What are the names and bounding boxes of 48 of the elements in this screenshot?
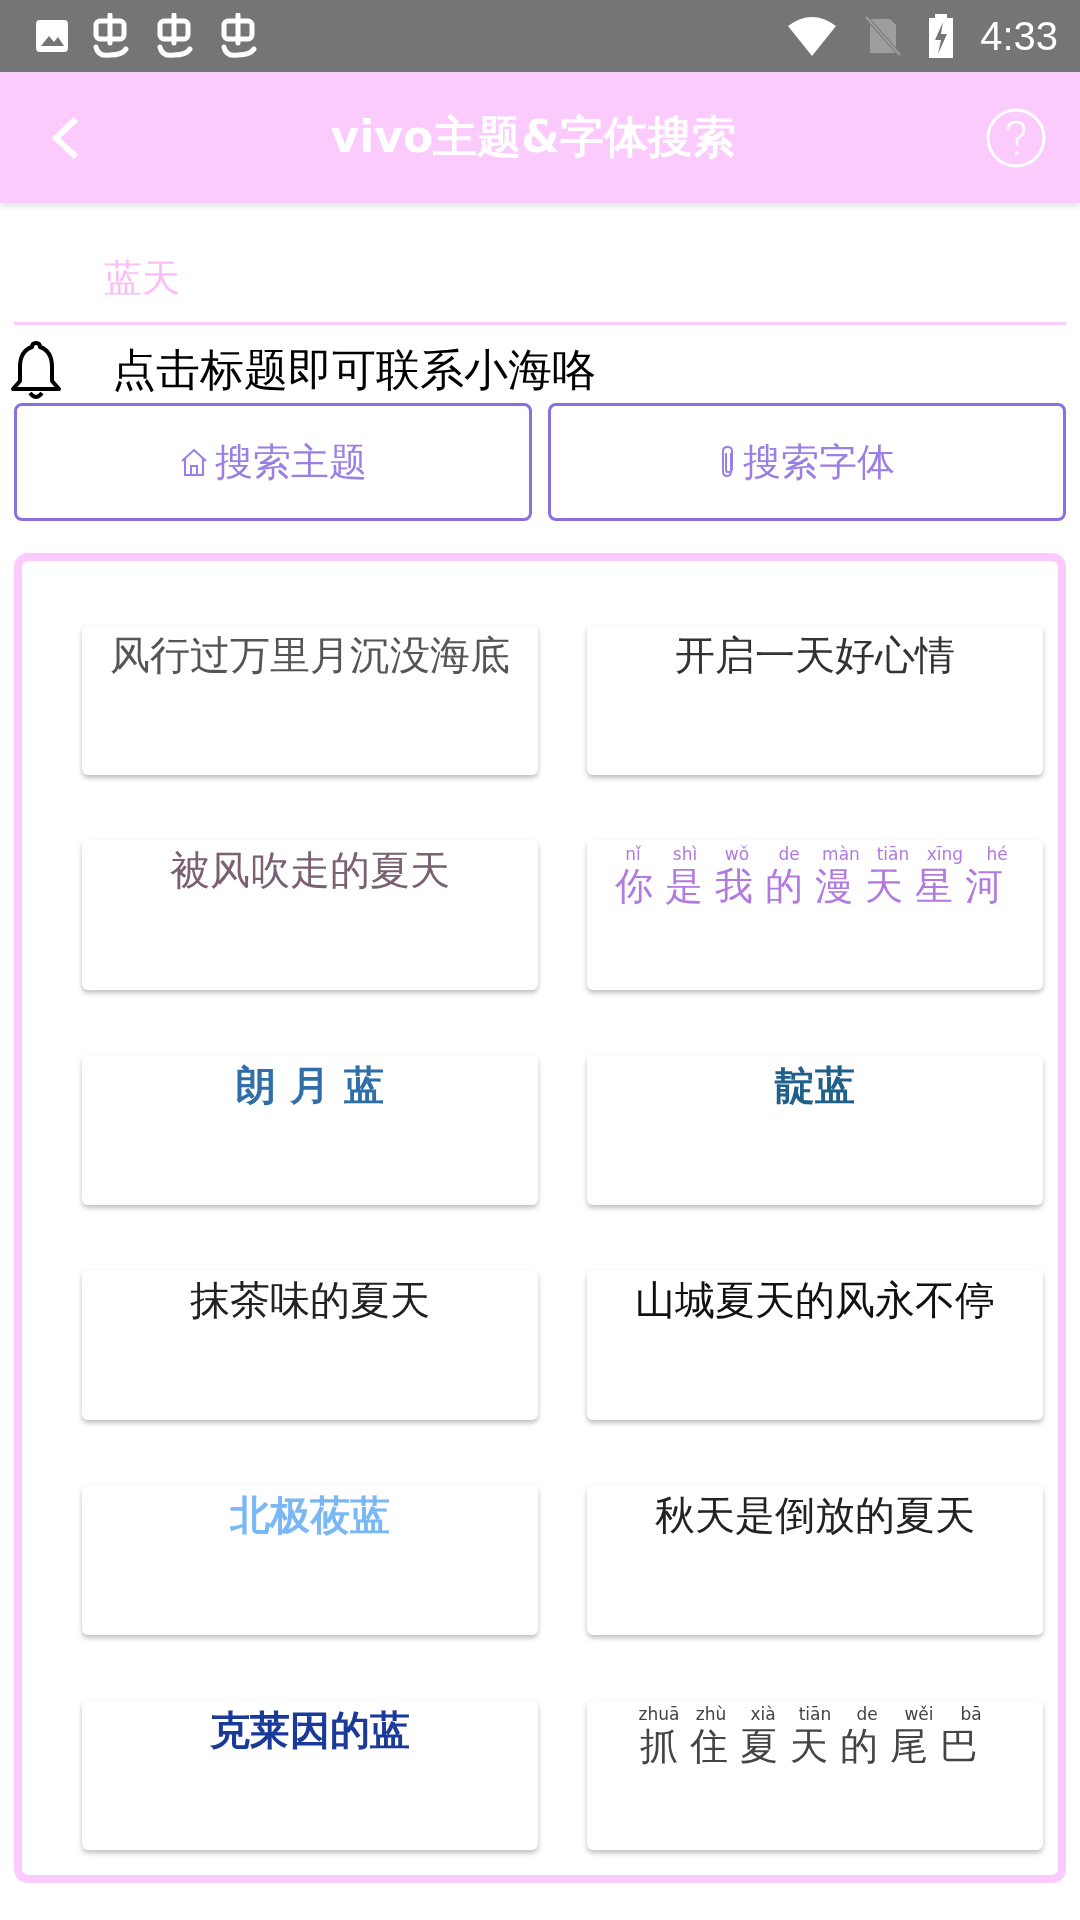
font-card[interactable]: 抹茶味的夏天 — [82, 1270, 538, 1420]
font-preview-text: 克莱因的蓝 — [210, 1706, 410, 1755]
no-sim-icon — [864, 15, 903, 57]
font-preview-text: 北极莜蓝 — [230, 1491, 390, 1540]
pinyin-label: de — [855, 1704, 879, 1724]
font-card[interactable]: 开启一天好心情 — [587, 625, 1043, 775]
pinyin-label: shì — [671, 844, 699, 864]
pinyin-label: wěi — [903, 1704, 935, 1724]
font-preview-text: 山城夏天的风永不停 — [635, 1276, 995, 1325]
pinyin-label: wǒ — [723, 844, 751, 864]
font-card[interactable]: 山城夏天的风永不停 — [587, 1270, 1043, 1420]
pinyin-label: bā — [959, 1704, 983, 1724]
bell-icon — [10, 339, 62, 401]
font-card[interactable]: zhuā zhù xià tiān de wěi bā 抓住夏天的尾巴 — [587, 1700, 1043, 1850]
font-card[interactable]: 被风吹走的夏天 — [82, 840, 538, 990]
pinyin-label: zhù — [694, 1704, 728, 1724]
battery-charging-icon — [928, 14, 955, 58]
pinyin-label: de — [777, 844, 801, 864]
font-card[interactable]: 秋天是倒放的夏天 — [587, 1485, 1043, 1635]
pinyin-label: hé — [985, 844, 1009, 864]
font-preview-text: 你是我的漫天星河 — [615, 864, 1015, 908]
home-icon — [179, 447, 209, 477]
font-preview-text: 开启一天好心情 — [675, 631, 955, 680]
font-card[interactable]: 朗 月 蓝 — [82, 1055, 538, 1205]
font-preview-text: 秋天是倒放的夏天 — [655, 1491, 975, 1540]
wifi-icon — [786, 16, 839, 56]
font-preview-text: 被风吹走的夏天 — [170, 846, 450, 895]
status-time: 4:33 — [980, 13, 1058, 59]
pinyin-label: tiān — [875, 844, 911, 864]
search-field[interactable]: 蓝天 — [14, 233, 1066, 325]
pinyin-label: xīng — [925, 844, 965, 864]
notice-text[interactable]: 点击标题即可联系小海咯 — [112, 340, 596, 400]
pinyin-label: zhuā — [637, 1704, 681, 1724]
pinyin-label: tiān — [797, 1704, 833, 1724]
pinyin-label: màn — [821, 844, 861, 864]
font-preview-text: 抹茶味的夏天 — [190, 1276, 430, 1325]
font-card[interactable]: 风行过万里月沉没海底 — [82, 625, 538, 775]
image-icon — [34, 18, 70, 54]
font-preview-text: 靛蓝 — [775, 1061, 855, 1110]
pinyin-label: nǐ — [624, 844, 642, 864]
pinyin-label: xià — [749, 1704, 777, 1724]
font-preview-text: 风行过万里月沉没海底 — [110, 631, 510, 680]
font-preview-text: 抓住夏天的尾巴 — [640, 1724, 990, 1768]
font-card[interactable]: 靛蓝 — [587, 1055, 1043, 1205]
back-icon[interactable] — [50, 114, 80, 161]
font-preview-text: 朗 月 蓝 — [236, 1061, 384, 1110]
help-icon[interactable] — [986, 107, 1046, 168]
font-card[interactable]: 克莱因的蓝 — [82, 1700, 538, 1850]
